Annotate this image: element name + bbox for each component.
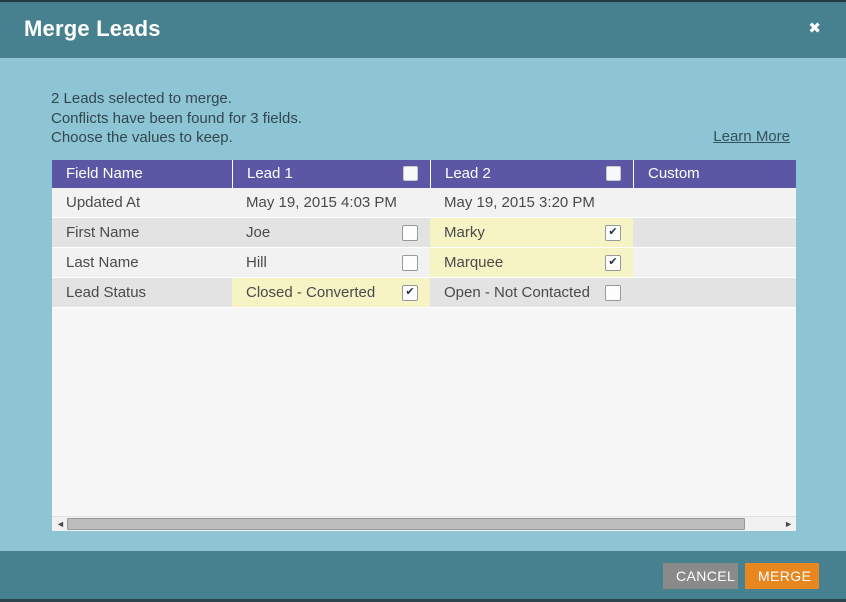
field-name-label: Last Name <box>66 254 139 271</box>
column-header-lead2: Lead 2 ✔ <box>430 160 633 188</box>
merge-summary: 2 Leads selected to merge. Conflicts hav… <box>51 89 302 148</box>
check-icon: ✔ <box>608 226 618 238</box>
lead2-value: Open - Not Contacted <box>444 284 590 301</box>
table-row-last-name: Last Name Hill ✔ Marquee ✔ <box>52 248 796 278</box>
cancel-button[interactable]: CANCEL <box>663 563 738 589</box>
keep-lead2-value-checkbox[interactable]: ✔ <box>605 224 621 241</box>
field-name-cell: First Name <box>52 218 232 247</box>
scroll-right-icon[interactable]: ► <box>784 519 793 530</box>
table-row-lead-status: Lead Status Closed - Converted ✔ Open - … <box>52 278 796 308</box>
keep-lead2-value-checkbox[interactable]: ✔ <box>605 254 621 271</box>
column-header-label: Lead 2 <box>445 165 491 182</box>
learn-more-link[interactable]: Learn More <box>713 128 790 145</box>
merge-leads-dialog: Merge Leads ✖ 2 Leads selected to merge.… <box>0 0 846 602</box>
lead1-value-cell: Joe ✔ <box>232 218 430 247</box>
column-header-field-name: Field Name <box>52 160 232 188</box>
scroll-left-icon[interactable]: ◄ <box>56 519 65 530</box>
field-name-label: First Name <box>66 224 140 241</box>
dialog-footer: CANCEL MERGE <box>0 551 846 599</box>
custom-value-cell <box>633 278 796 307</box>
lead2-value: Marky <box>444 224 485 241</box>
lead1-value-cell: May 19, 2015 4:03 PM <box>232 188 430 217</box>
merge-button[interactable]: MERGE <box>745 563 819 589</box>
field-name-label: Updated At <box>66 194 141 211</box>
dialog-title: Merge Leads <box>24 16 161 41</box>
lead2-value-cell: Open - Not Contacted ✔ <box>430 278 633 307</box>
table-row-updated-at: Updated At May 19, 2015 4:03 PM May 19, … <box>52 188 796 218</box>
horizontal-scrollbar[interactable]: ◄ ► <box>52 516 796 531</box>
lead2-value-cell: Marquee ✔ <box>430 248 633 277</box>
custom-value-cell <box>633 188 796 217</box>
keep-lead1-value-checkbox[interactable]: ✔ <box>402 224 418 241</box>
table-header-row: Field Name Lead 1 ✔ Lead 2 ✔ Custom <box>52 160 796 188</box>
custom-value-cell <box>633 248 796 277</box>
lead2-value-cell: Marky ✔ <box>430 218 633 247</box>
lead2-value-cell: May 19, 2015 3:20 PM <box>430 188 633 217</box>
summary-line-1: 2 Leads selected to merge. <box>51 90 232 107</box>
lead1-value: Closed - Converted <box>246 284 376 301</box>
field-name-cell: Last Name <box>52 248 232 277</box>
select-all-lead1-checkbox[interactable]: ✔ <box>403 166 418 181</box>
summary-line-2: Conflicts have been found for 3 fields. <box>51 109 302 127</box>
custom-value-cell <box>633 218 796 247</box>
merge-conflicts-table: Field Name Lead 1 ✔ Lead 2 ✔ Custom Upda <box>52 160 796 531</box>
lead1-value: May 19, 2015 4:03 PM <box>246 194 397 211</box>
lead1-value-cell: Closed - Converted ✔ <box>232 278 430 307</box>
check-icon: ✔ <box>608 256 618 268</box>
field-name-cell: Lead Status <box>52 278 232 307</box>
column-header-custom: Custom <box>633 160 796 188</box>
column-header-label: Lead 1 <box>247 165 293 182</box>
dialog-titlebar: Merge Leads ✖ <box>0 2 846 58</box>
select-all-lead2-checkbox[interactable]: ✔ <box>606 166 621 181</box>
column-header-label: Field Name <box>66 165 143 182</box>
keep-lead2-value-checkbox[interactable]: ✔ <box>605 284 621 301</box>
keep-lead1-value-checkbox[interactable]: ✔ <box>402 254 418 271</box>
keep-lead1-value-checkbox[interactable]: ✔ <box>402 284 418 301</box>
close-icon[interactable]: ✖ <box>808 21 821 36</box>
field-name-cell: Updated At <box>52 188 232 217</box>
table-row-first-name: First Name Joe ✔ Marky ✔ <box>52 218 796 248</box>
column-header-label: Custom <box>648 165 700 182</box>
summary-line-3: Choose the values to keep. <box>51 129 233 146</box>
scrollbar-thumb[interactable] <box>67 518 745 530</box>
column-header-lead1: Lead 1 ✔ <box>232 160 430 188</box>
lead1-value: Joe <box>246 224 271 241</box>
lead2-value: May 19, 2015 3:20 PM <box>444 194 595 211</box>
lead1-value-cell: Hill ✔ <box>232 248 430 277</box>
check-icon: ✔ <box>405 286 415 298</box>
lead2-value: Marquee <box>444 254 504 271</box>
lead1-value: Hill <box>246 254 267 271</box>
field-name-label: Lead Status <box>66 284 147 301</box>
